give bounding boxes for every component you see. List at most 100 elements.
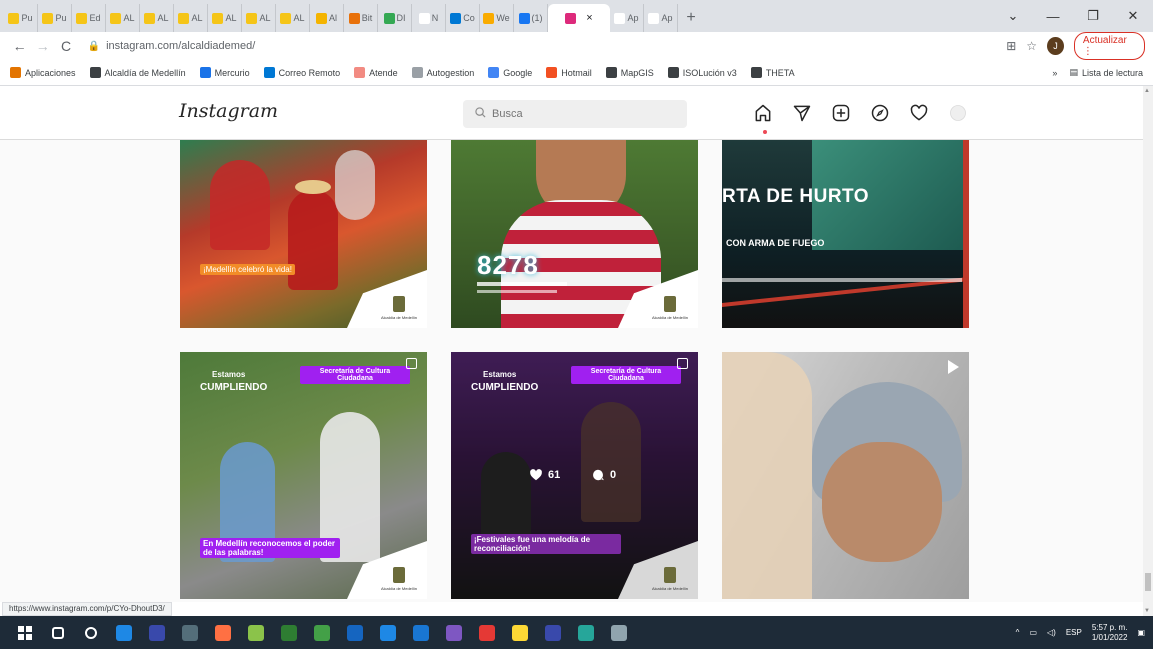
bookmark-item[interactable]: Correo Remoto <box>263 67 340 78</box>
browser-tab[interactable]: AL <box>140 4 174 32</box>
browser-tab[interactable]: (1) <box>514 4 548 32</box>
post-thumbnail[interactable]: 8278 Alcaldía de Medellín <box>451 140 698 328</box>
activity-heart-icon[interactable] <box>908 102 930 124</box>
instagram-logo[interactable]: Instagram <box>179 100 278 122</box>
post-thumbnail[interactable]: Estamos CUMPLIENDO Secretaría de Cultura… <box>451 352 698 599</box>
close-tab-icon[interactable]: × <box>586 12 592 24</box>
chevron-down-icon[interactable]: ⌄ <box>993 0 1033 32</box>
app-glyph-icon <box>478 624 495 641</box>
minimize-button[interactable]: — <box>1033 0 1073 32</box>
browser-tab[interactable]: AL <box>208 4 242 32</box>
browser-tab[interactable]: Pu <box>38 4 72 32</box>
bookmark-item[interactable]: Hotmail <box>546 67 592 78</box>
tray-expand-icon[interactable]: ^ <box>1016 628 1020 637</box>
taskbar-app-icon[interactable] <box>338 616 371 649</box>
start-button[interactable] <box>8 616 41 649</box>
likes-count: 61 <box>529 468 560 482</box>
clock[interactable]: 5:57 p. m. 1/01/2022 <box>1092 623 1128 643</box>
post-thumbnail[interactable]: Estamos CUMPLIENDO Secretaría de Cultura… <box>180 352 427 599</box>
post-thumbnail[interactable]: RTA DE HURTO CON ARMA DE FUEGO <box>722 140 969 328</box>
bookmark-item[interactable]: Autogestion <box>411 67 475 78</box>
post-tag-main: CUMPLIENDO <box>471 382 539 393</box>
bookmark-label: Alcaldía de Medellín <box>104 67 186 78</box>
bookmark-item[interactable]: Alcaldía de Medellín <box>89 67 186 78</box>
taskbar-app-icon[interactable] <box>140 616 173 649</box>
browser-tab[interactable]: Pu <box>4 4 38 32</box>
taskbar-app-icon[interactable] <box>437 616 470 649</box>
reload-button[interactable]: C <box>54 38 77 54</box>
taskbar-app-icon[interactable] <box>503 616 536 649</box>
taskbar-app-icon[interactable] <box>536 616 569 649</box>
direct-message-icon[interactable] <box>791 102 813 124</box>
network-icon[interactable]: ▭ <box>1029 628 1037 637</box>
scroll-up-icon[interactable]: ▲ <box>1144 88 1150 94</box>
browser-tab[interactable]: AL <box>106 4 140 32</box>
profile-avatar-icon[interactable] <box>947 102 969 124</box>
taskbar-app-icon[interactable] <box>74 616 107 649</box>
post-thumbnail[interactable] <box>722 352 969 599</box>
bookmark-item[interactable]: Mercurio <box>199 67 250 78</box>
reading-list-button[interactable]: ▤ Lista de lectura <box>1069 67 1143 78</box>
bookmark-item[interactable]: Aplicaciones <box>10 67 76 78</box>
browser-tab[interactable]: AL <box>174 4 208 32</box>
bookmark-item[interactable]: Google <box>488 67 532 78</box>
browser-tab-active[interactable]: × <box>548 4 610 32</box>
address-bar[interactable]: 🔒 instagram.com/alcaldiademed/ <box>88 35 1007 57</box>
update-button[interactable]: Actualizar ⋮ <box>1073 32 1145 60</box>
notifications-icon[interactable]: ▣ <box>1137 628 1145 637</box>
comments-value: 0 <box>610 469 617 481</box>
restore-button[interactable]: ❐ <box>1073 0 1113 32</box>
close-window-button[interactable]: ✕ <box>1113 0 1153 32</box>
browser-tab[interactable]: AL <box>276 4 310 32</box>
taskbar-app-icon[interactable] <box>107 616 140 649</box>
explore-icon[interactable] <box>869 102 891 124</box>
taskbar-app-icon[interactable] <box>239 616 272 649</box>
browser-tab[interactable]: DI <box>378 4 412 32</box>
bookmark-favicon-icon <box>354 67 366 78</box>
taskbar-app-icon[interactable] <box>470 616 503 649</box>
volume-icon[interactable]: ◁) <box>1047 628 1056 637</box>
browser-tab[interactable]: Ap <box>610 4 644 32</box>
browser-tab[interactable]: AL <box>242 4 276 32</box>
taskbar-app-icon[interactable] <box>602 616 635 649</box>
bookmarks-overflow-icon[interactable]: » <box>1052 68 1057 78</box>
install-icon[interactable]: ⊞ <box>1006 39 1016 53</box>
update-label: Actualizar <box>1082 35 1127 46</box>
bookmark-label: Autogestion <box>426 67 475 78</box>
bookmark-item[interactable]: Atende <box>354 67 398 78</box>
browser-tab[interactable]: N <box>412 4 446 32</box>
browser-tab[interactable]: We <box>480 4 514 32</box>
search-input[interactable] <box>492 108 652 120</box>
browser-tab[interactable]: Al <box>310 4 344 32</box>
scrollbar-thumb[interactable] <box>1145 573 1151 591</box>
post-thumbnail[interactable]: ¡Medellín celebró la vida! Alcaldía de M… <box>180 140 427 328</box>
bookmark-item[interactable]: MapGIS <box>605 67 654 78</box>
taskbar-app-icon[interactable] <box>206 616 239 649</box>
taskbar-app-icon[interactable] <box>272 616 305 649</box>
home-icon[interactable] <box>752 102 774 124</box>
browser-tab[interactable]: Ap <box>644 4 678 32</box>
browser-tab[interactable]: Ed <box>72 4 106 32</box>
new-tab-button[interactable]: + <box>678 4 704 32</box>
taskbar-app-icon[interactable] <box>404 616 437 649</box>
profile-avatar[interactable]: J <box>1047 37 1064 55</box>
taskbar-app-icon[interactable] <box>41 616 74 649</box>
scroll-down-icon[interactable]: ▼ <box>1144 608 1150 614</box>
taskbar-app-icon[interactable] <box>569 616 602 649</box>
star-icon[interactable]: ☆ <box>1026 39 1037 53</box>
page-scrollbar[interactable]: ▲ ▼ <box>1143 86 1153 616</box>
back-button[interactable]: ← <box>8 38 31 54</box>
forward-button[interactable]: → <box>31 38 54 54</box>
browser-tab[interactable]: Bit <box>344 4 378 32</box>
taskbar-app-icon[interactable] <box>305 616 338 649</box>
clock-time: 5:57 p. m. <box>1091 622 1128 632</box>
browser-tab[interactable]: Co <box>446 4 480 32</box>
language-indicator[interactable]: ESP <box>1066 628 1082 637</box>
bookmark-item[interactable]: THETA <box>750 67 795 78</box>
tab-title: AL <box>191 13 203 23</box>
bookmark-item[interactable]: ISOLución v3 <box>667 67 737 78</box>
taskbar-app-icon[interactable] <box>173 616 206 649</box>
new-post-icon[interactable] <box>830 102 852 124</box>
taskbar-app-icon[interactable] <box>371 616 404 649</box>
search-box[interactable] <box>463 100 687 128</box>
